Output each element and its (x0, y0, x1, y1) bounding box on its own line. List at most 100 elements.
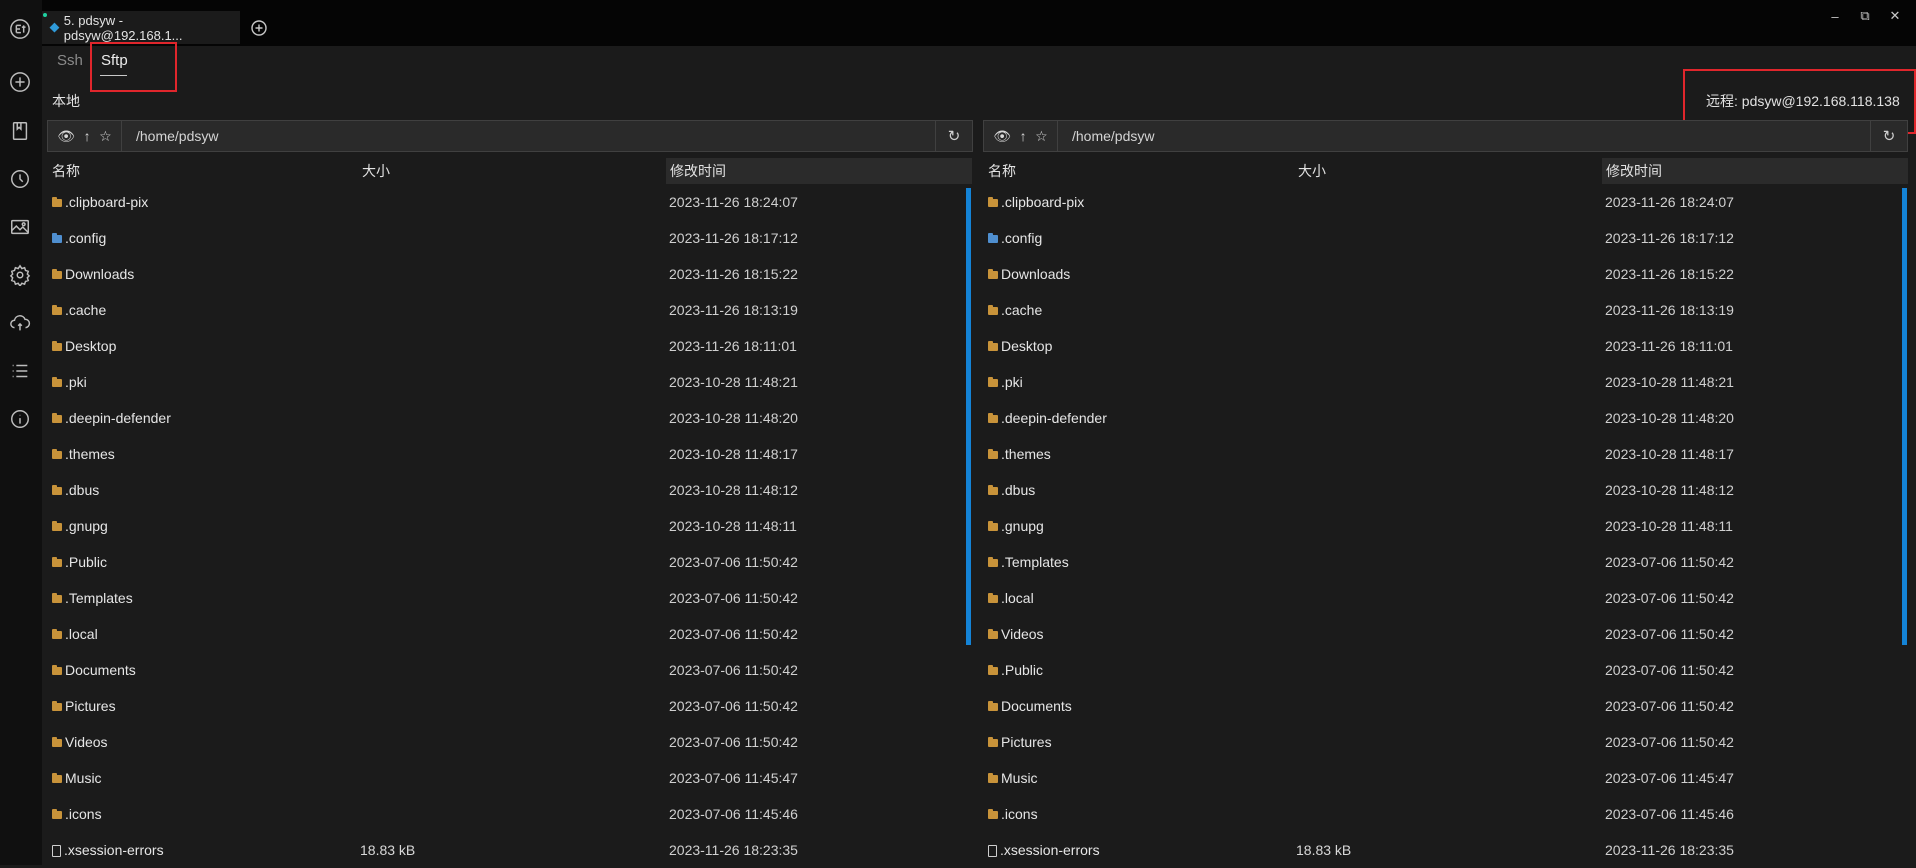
file-row[interactable]: .config 2023-11-26 18:17:12 (978, 220, 1910, 256)
favorite-star-icon[interactable]: ☆ (99, 128, 112, 145)
file-row[interactable]: .dbus 2023-10-28 11:48:12 (978, 472, 1910, 508)
add-circle-icon[interactable] (7, 69, 33, 95)
folder-icon (988, 377, 998, 387)
folder-icon (52, 341, 62, 351)
session-tab[interactable]: 5. pdsyw - pdsyw@192.168.1... (42, 11, 240, 44)
file-row[interactable]: .deepin-defender 2023-10-28 11:48:20 (42, 400, 974, 436)
file-name-cell: .themes (988, 436, 1051, 472)
file-name: .icons (65, 806, 102, 822)
file-row[interactable]: Videos 2023-07-06 11:50:42 (42, 724, 974, 760)
file-modified-time: 2023-10-28 11:48:17 (1605, 446, 1734, 462)
file-name-cell: .themes (52, 436, 115, 472)
file-row[interactable]: Downloads 2023-11-26 18:15:22 (978, 256, 1910, 292)
file-row[interactable]: .clipboard-pix 2023-11-26 18:24:07 (42, 184, 974, 220)
show-hidden-eye-icon[interactable]: 👁 (57, 128, 75, 145)
file-row[interactable]: .local 2023-07-06 11:50:42 (42, 616, 974, 652)
file-name-cell: .gnupg (988, 508, 1044, 544)
session-diamond-icon (49, 22, 60, 33)
file-row[interactable]: .xsession-errors 18.83 kB 2023-11-26 18:23… (978, 832, 1910, 868)
file-name: .Templates (65, 590, 133, 606)
file-row[interactable]: .clipboard-pix 2023-11-26 18:24:07 (978, 184, 1910, 220)
bookmark-icon[interactable] (7, 118, 33, 144)
local-header-time[interactable]: 修改时间 (666, 158, 972, 184)
file-row[interactable]: .Templates 2023-07-06 11:50:42 (978, 544, 1910, 580)
file-row[interactable]: Pictures 2023-07-06 11:50:42 (978, 724, 1910, 760)
remote-header-time[interactable]: 修改时间 (1602, 158, 1908, 184)
remote-scrollbar[interactable] (1902, 188, 1907, 645)
minimize-icon[interactable]: – (1820, 5, 1850, 27)
file-row[interactable]: Downloads 2023-11-26 18:15:22 (42, 256, 974, 292)
file-row[interactable]: Documents 2023-07-06 11:50:42 (42, 652, 974, 688)
parent-dir-arrow-icon[interactable]: ↑ (1020, 128, 1027, 144)
folder-icon (988, 485, 998, 495)
restore-icon[interactable]: ⧉ (1850, 5, 1880, 27)
file-row[interactable]: Music 2023-07-06 11:45:47 (978, 760, 1910, 796)
file-name-cell: Videos (52, 724, 108, 760)
tab-ssh[interactable]: Ssh (57, 52, 83, 69)
file-row[interactable]: .gnupg 2023-10-28 11:48:11 (42, 508, 974, 544)
file-row[interactable]: .Templates 2023-07-06 11:50:42 (42, 580, 974, 616)
folder-icon (52, 737, 62, 747)
app-logo-icon[interactable] (7, 16, 33, 42)
file-row[interactable]: .icons 2023-07-06 11:45:46 (978, 796, 1910, 832)
add-tab-icon[interactable] (250, 19, 268, 37)
file-row[interactable]: Music 2023-07-06 11:45:47 (42, 760, 974, 796)
close-icon[interactable]: ✕ (1880, 5, 1910, 27)
file-row[interactable]: .pki 2023-10-28 11:48:21 (42, 364, 974, 400)
file-name-cell: .dbus (52, 472, 99, 508)
file-row[interactable]: .Public 2023-07-06 11:50:42 (978, 652, 1910, 688)
file-name-cell: Documents (988, 688, 1072, 724)
file-name: .xsession-errors (64, 842, 164, 858)
history-clock-icon[interactable] (7, 166, 33, 192)
file-row[interactable]: .icons 2023-07-06 11:45:46 (42, 796, 974, 832)
folder-icon (52, 197, 62, 207)
favorite-star-icon[interactable]: ☆ (1035, 128, 1048, 145)
folder-icon (52, 449, 62, 459)
folder-icon (988, 197, 998, 207)
settings-gear-icon[interactable] (7, 262, 33, 288)
folder-icon (988, 809, 998, 819)
remote-header-name[interactable]: 名称 (988, 158, 1016, 184)
local-scrollbar[interactable] (966, 188, 971, 645)
remote-path-input[interactable] (1064, 121, 1861, 151)
file-row[interactable]: Documents 2023-07-06 11:50:42 (978, 688, 1910, 724)
file-row[interactable]: .Public 2023-07-06 11:50:42 (42, 544, 974, 580)
list-icon[interactable] (7, 358, 33, 384)
file-row[interactable]: Desktop 2023-11-26 18:11:01 (978, 328, 1910, 364)
file-row[interactable]: .pki 2023-10-28 11:48:21 (978, 364, 1910, 400)
file-row[interactable]: .xsession-errors 18.83 kB 2023-11-26 18:23… (42, 832, 974, 868)
file-name: .clipboard-pix (1001, 194, 1085, 210)
remote-refresh-icon[interactable]: ↻ (1870, 121, 1907, 151)
local-refresh-icon[interactable]: ↻ (935, 121, 972, 151)
file-row[interactable]: .themes 2023-10-28 11:48:17 (978, 436, 1910, 472)
image-icon[interactable] (7, 214, 33, 240)
file-row[interactable]: Desktop 2023-11-26 18:11:01 (42, 328, 974, 364)
local-header-name[interactable]: 名称 (52, 158, 80, 184)
file-name-cell: .Templates (988, 544, 1069, 580)
file-row[interactable]: .dbus 2023-10-28 11:48:12 (42, 472, 974, 508)
file-modified-time: 2023-07-06 11:45:47 (1605, 770, 1734, 786)
show-hidden-eye-icon[interactable]: 👁 (993, 128, 1011, 145)
file-row[interactable]: .gnupg 2023-10-28 11:48:11 (978, 508, 1910, 544)
file-row[interactable]: .cache 2023-11-26 18:13:19 (42, 292, 974, 328)
file-modified-time: 2023-11-26 18:17:12 (1605, 230, 1734, 246)
info-icon[interactable] (7, 406, 33, 432)
file-row[interactable]: Pictures 2023-07-06 11:50:42 (42, 688, 974, 724)
folder-icon (52, 485, 62, 495)
local-path-input[interactable] (128, 121, 926, 151)
remote-header-size[interactable]: 大小 (1298, 158, 1326, 184)
file-row[interactable]: .cache 2023-11-26 18:13:19 (978, 292, 1910, 328)
file-modified-time: 2023-07-06 11:50:42 (1605, 698, 1734, 714)
remote-path-actions: 👁 ↑ ☆ (984, 121, 1058, 151)
file-row[interactable]: .config 2023-11-26 18:17:12 (42, 220, 974, 256)
file-row[interactable]: .themes 2023-10-28 11:48:17 (42, 436, 974, 472)
file-row[interactable]: .local 2023-07-06 11:50:42 (978, 580, 1910, 616)
cloud-sync-icon[interactable] (7, 310, 33, 336)
file-name-cell: Downloads (52, 256, 134, 292)
folder-icon (52, 557, 62, 567)
local-header-size[interactable]: 大小 (362, 158, 390, 184)
parent-dir-arrow-icon[interactable]: ↑ (84, 128, 91, 144)
file-row[interactable]: Videos 2023-07-06 11:50:42 (978, 616, 1910, 652)
file-row[interactable]: .deepin-defender 2023-10-28 11:48:20 (978, 400, 1910, 436)
file-modified-time: 2023-11-26 18:24:07 (1605, 194, 1734, 210)
